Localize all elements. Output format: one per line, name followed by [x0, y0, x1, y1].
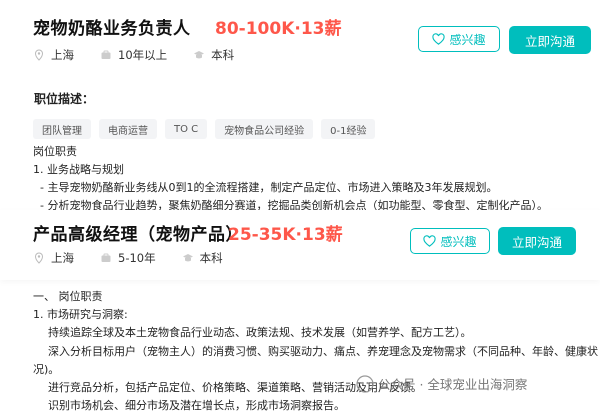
skill-tag: 宠物食品公司经验: [215, 119, 314, 139]
job-card-1[interactable]: 宠物奶酪业务负责人 80-100K·13薪 上海 10年以上 本科 感兴趣 立即…: [0, 0, 600, 72]
experience: 5-10年: [100, 250, 156, 266]
experience: 10年以上: [100, 47, 167, 63]
job-title[interactable]: 产品高级经理（宠物产品）: [33, 220, 243, 245]
desc-line: 岗位职责: [33, 145, 77, 158]
job-salary: 80-100K·13薪: [215, 19, 342, 39]
skill-tags: 团队管理 电商运营 TO C 宠物食品公司经验 0-1经验: [33, 119, 383, 139]
heart-icon: [423, 234, 437, 247]
skill-tag: 电商运营: [99, 119, 157, 139]
desc-line: 1. 业务战略与规划: [33, 163, 124, 176]
desc-line: 1. 市场研究与洞察:: [33, 308, 128, 321]
watermark: 公众号 · 全球宠业出海洞察: [356, 374, 527, 393]
location: 上海: [33, 47, 74, 63]
job-meta: 上海 5-10年 本科: [33, 250, 249, 266]
experience-text: 10年以上: [118, 48, 168, 62]
interest-button[interactable]: 感兴趣: [418, 26, 500, 52]
chat-button[interactable]: 立即沟通: [498, 227, 576, 255]
heart-icon: [432, 32, 446, 45]
skill-tag: 0-1经验: [321, 119, 376, 139]
experience-text: 5-10年: [118, 251, 156, 265]
interest-button[interactable]: 感兴趣: [410, 228, 490, 254]
desc-line: 持续追踪全球及本土宠物食品行业动态、政策法规、技术发展（如营养学、配方工艺）。: [48, 326, 472, 339]
graduation-cap-icon: [182, 254, 193, 262]
desc-line: 况)。: [33, 363, 60, 376]
education-text: 本科: [211, 48, 235, 62]
graduation-cap-icon: [194, 51, 205, 59]
job-meta: 上海 10年以上 本科: [33, 47, 260, 63]
location: 上海: [33, 250, 74, 266]
desc-line: - 主导宠物奶酪新业务线从0到1的全流程搭建，制定产品定位、市场进入策略及3年发…: [40, 181, 498, 194]
job-salary: 25-35K·13薪: [228, 225, 343, 245]
location-pin-icon: [34, 252, 44, 264]
watermark-text: 公众号 · 全球宠业出海洞察: [378, 377, 528, 392]
education: 本科: [193, 47, 234, 63]
desc-line: 深入分析目标用户（宠物主人）的消费习惯、购买驱动力、痛点、养宠理念及宠物需求（不…: [48, 345, 598, 358]
desc-line: 识别市场机会、细分市场及潜在增长点，形成市场洞察报告。: [48, 399, 345, 412]
chat-button[interactable]: 立即沟通: [509, 26, 591, 54]
interest-label: 感兴趣: [449, 32, 486, 47]
desc-line: 一、 岗位职责: [33, 290, 103, 303]
skill-tag: 团队管理: [33, 119, 91, 139]
briefcase-icon: [101, 253, 111, 262]
education-text: 本科: [199, 251, 223, 265]
location-pin-icon: [34, 49, 44, 61]
section-title: 职位描述：: [34, 92, 95, 106]
job-title[interactable]: 宠物奶酪业务负责人: [33, 14, 191, 39]
education: 本科: [182, 250, 223, 266]
location-text: 上海: [51, 48, 74, 62]
interest-label: 感兴趣: [440, 234, 477, 249]
briefcase-icon: [101, 50, 111, 59]
job-card-2[interactable]: 产品高级经理（宠物产品） 25-35K·13薪 上海 5-10年 本科 感兴趣 …: [0, 210, 600, 280]
wechat-official-account-icon: [356, 374, 374, 393]
skill-tag: TO C: [165, 119, 208, 139]
location-text: 上海: [51, 251, 74, 265]
